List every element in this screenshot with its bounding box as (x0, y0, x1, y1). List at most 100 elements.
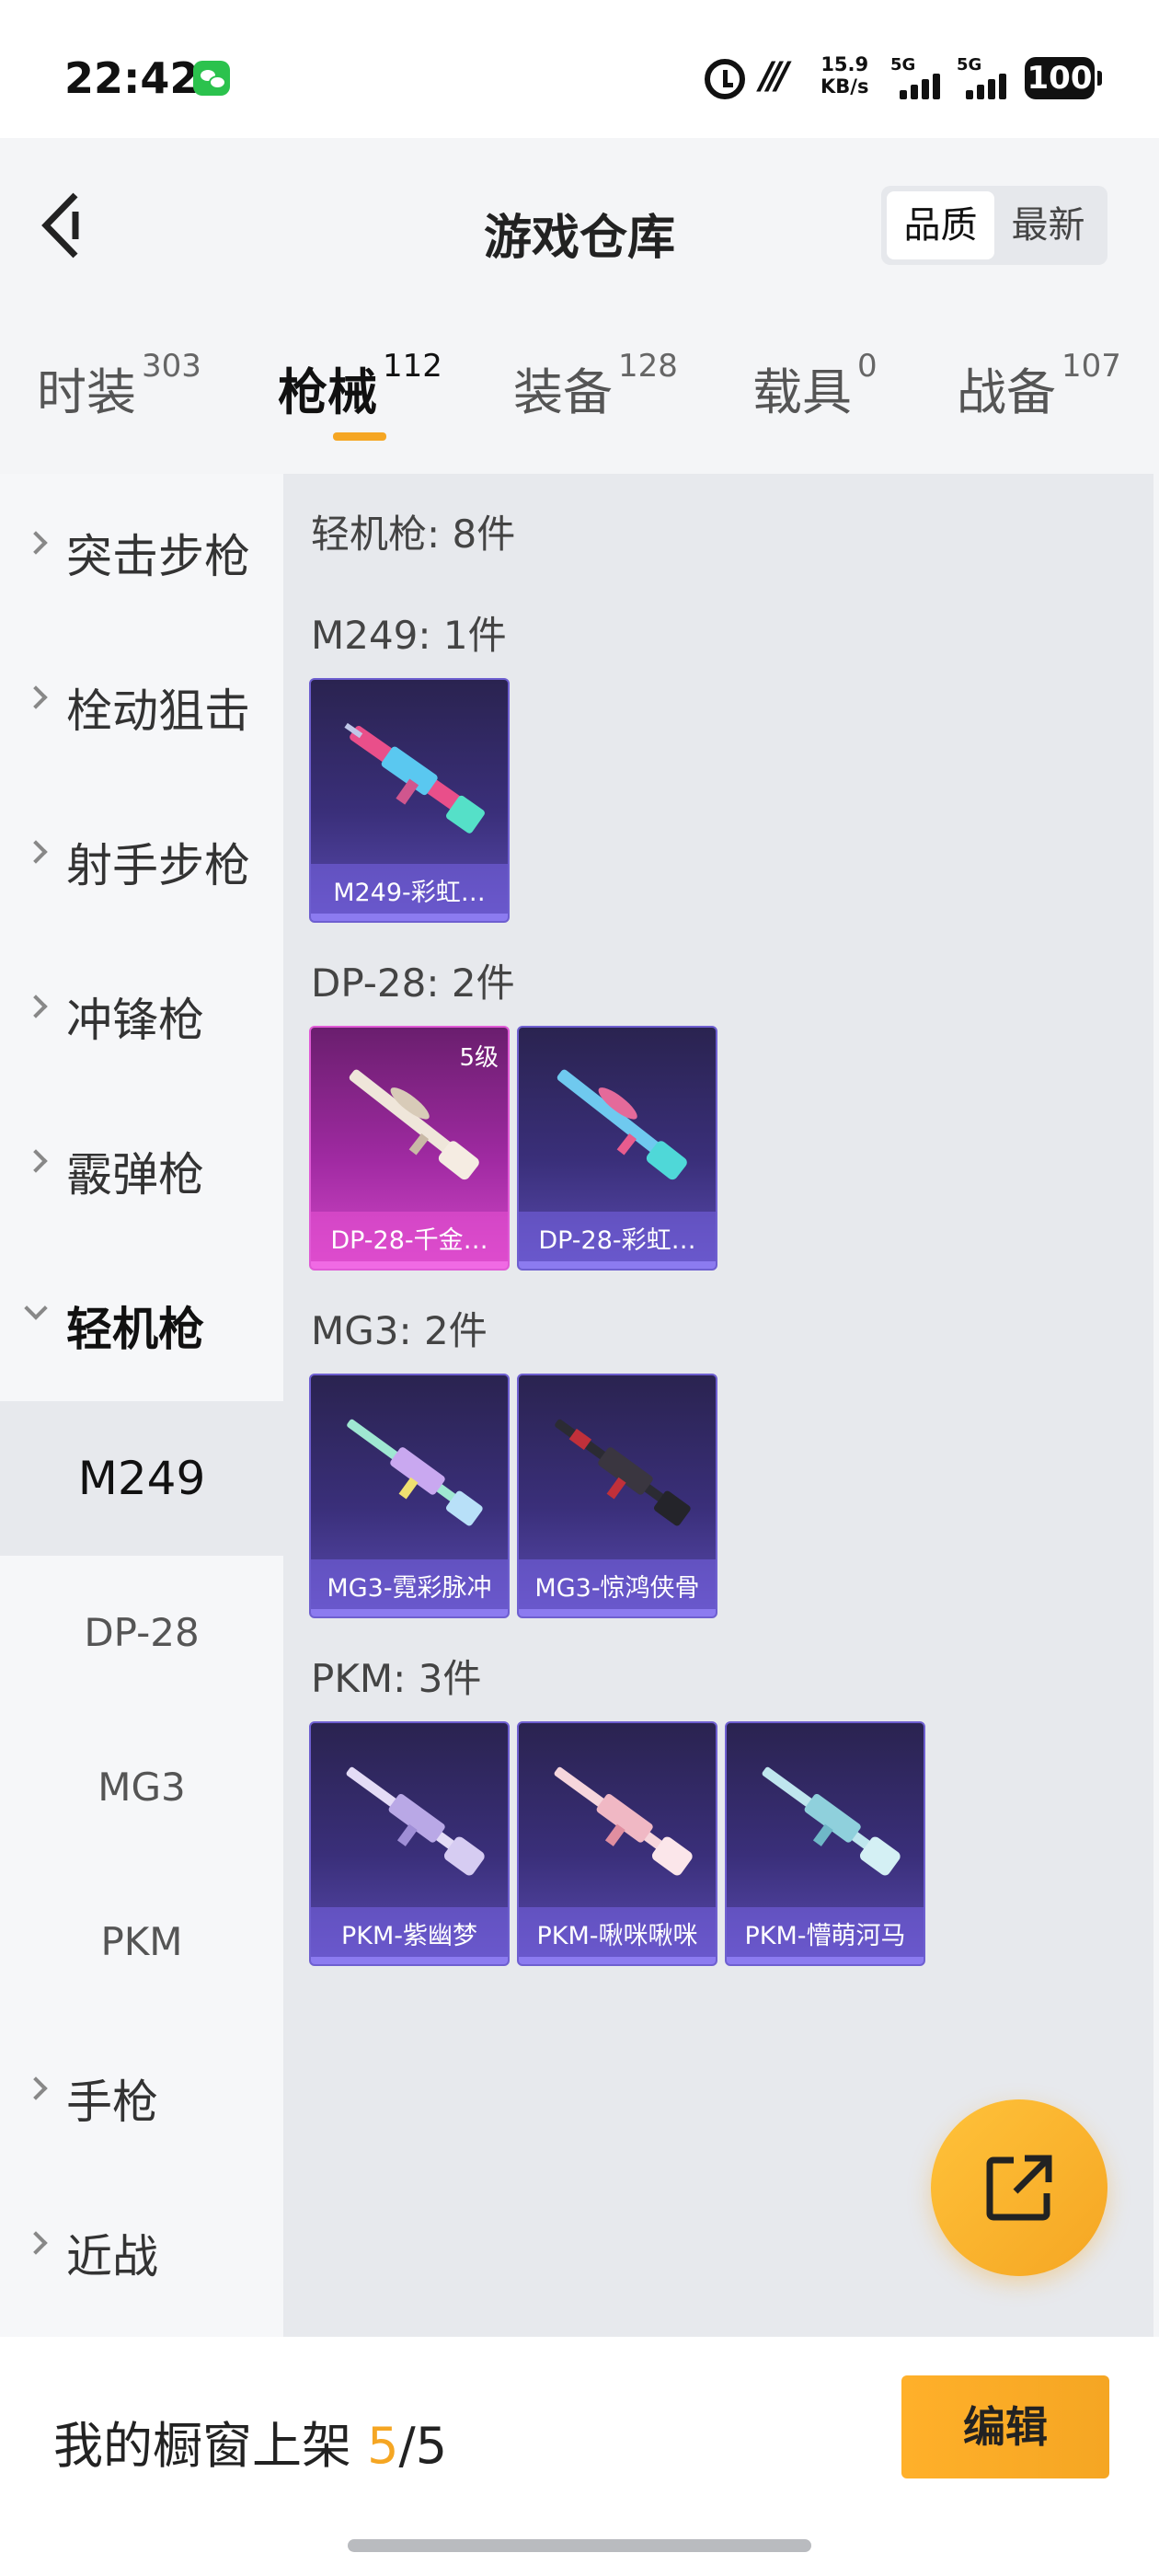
active-tab-indicator (333, 432, 386, 441)
sidebar-item-shotgun[interactable]: 霰弹枪 (0, 1092, 283, 1247)
tab-label: 枪械 (278, 363, 377, 421)
sidebar-item-label: 轻机枪 (66, 1303, 204, 1356)
gun-skin-image (349, 1069, 479, 1180)
item-name: MG3-霓彩脉冲 (327, 1574, 492, 1603)
tab-count: 128 (618, 348, 678, 385)
share-external-icon (986, 2155, 1052, 2221)
sidebar-item-label: 射手步枪 (66, 839, 250, 892)
network-speed-unit: KB/s (820, 75, 869, 98)
tab-count: 107 (1061, 348, 1121, 385)
bottom-bar: 我的橱窗上架 5/5 编辑 (0, 2337, 1159, 2576)
item-name: PKM-紫幽梦 (340, 1922, 478, 1950)
item-grid-area: 轻机枪: 8件 M249: 1件 M249-彩虹… DP-28: 2件 5级 D… (283, 474, 1159, 2337)
item-card[interactable]: 5级 DP-28-千金… (309, 1026, 510, 1271)
signal-icon: 5G (957, 55, 1021, 101)
nfc-icon: /// (760, 55, 789, 98)
chevron-right-icon (24, 995, 48, 1018)
item-card[interactable]: M249-彩虹… (309, 678, 510, 923)
sidebar-item-marksman-rifle[interactable]: 射手步枪 (0, 783, 283, 937)
item-name: PKM-啾咪啾咪 (536, 1922, 698, 1950)
chevron-right-icon (24, 1149, 48, 1173)
sidebar-item-label: 手枪 (66, 2076, 158, 2129)
sidebar-item-label: 近战 (66, 2230, 158, 2283)
item-card[interactable]: PKM-懵萌河马 (725, 1721, 925, 1966)
tab-label: 时装 (37, 363, 136, 421)
gun-skin-image (557, 1069, 687, 1180)
tab-count: 112 (383, 348, 442, 385)
sort-option-quality[interactable]: 品质 (887, 191, 994, 259)
tab-outfits[interactable]: 时装 303 (37, 348, 201, 424)
gun-skin-image (762, 1766, 901, 1876)
chevron-right-icon (24, 840, 48, 864)
gun-skin-image (344, 722, 485, 834)
item-level-badge: 5级 (459, 1044, 499, 1072)
sidebar-item-pistol[interactable]: 手枪 (0, 2019, 283, 2174)
gun-skin-image (555, 1419, 691, 1526)
sidebar-item-assault-rifle[interactable]: 突击步枪 (0, 474, 283, 628)
share-button[interactable] (931, 2099, 1107, 2276)
group-title: PKM: 3件 (311, 1656, 482, 1701)
sidebar-subitem-dp28[interactable]: DP-28 (0, 1556, 283, 1710)
tab-equipment[interactable]: 装备 128 (513, 348, 678, 424)
page-header: 游戏仓库 品质 最新 (0, 138, 1159, 313)
home-indicator[interactable] (348, 2539, 811, 2552)
item-card[interactable]: PKM-啾咪啾咪 (517, 1721, 717, 1966)
sidebar-item-label: 冲锋枪 (66, 994, 204, 1047)
tab-weapons[interactable]: 枪械 112 (278, 348, 442, 424)
sidebar-item-lmg[interactable]: 轻机枪 (0, 1247, 283, 1401)
network-type-label: 5G (890, 55, 916, 75)
sidebar-item-label: 突击步枪 (66, 530, 250, 583)
item-name: DP-28-彩虹… (538, 1226, 696, 1255)
item-name: MG3-惊鸿侠骨 (534, 1574, 700, 1603)
category-total: 轻机枪: 8件 (311, 512, 516, 557)
edit-button[interactable]: 编辑 (901, 2375, 1109, 2478)
tab-supplies[interactable]: 战备 107 (957, 348, 1121, 424)
sidebar-subitem-m249[interactable]: M249 (0, 1401, 283, 1556)
gun-skin-image (554, 1766, 693, 1876)
sort-option-newest[interactable]: 最新 (994, 191, 1102, 259)
group-title: DP-28: 2件 (311, 960, 515, 1006)
tab-count: 303 (142, 348, 201, 385)
signal-icon: 5G (890, 55, 955, 101)
network-speed-value: 15.9 (820, 53, 869, 75)
item-card[interactable]: DP-28-彩虹… (517, 1026, 717, 1271)
battery-icon: 100 (1025, 57, 1102, 99)
item-card[interactable]: MG3-惊鸿侠骨 (517, 1374, 717, 1618)
sidebar-subitem-mg3[interactable]: MG3 (0, 1710, 283, 1865)
wechat-icon (193, 61, 230, 96)
chevron-right-icon (24, 2231, 48, 2255)
item-name: M249-彩虹… (333, 879, 486, 907)
sidebar-subitem-pkm[interactable]: PKM (0, 1865, 283, 2019)
tab-count: 0 (857, 348, 878, 385)
item-name: DP-28-千金… (330, 1226, 488, 1255)
network-type-label: 5G (957, 55, 982, 75)
sort-toggle: 品质 最新 (881, 186, 1107, 265)
tab-vehicles[interactable]: 载具 0 (752, 348, 878, 424)
chevron-down-icon (24, 1296, 48, 1320)
status-time: 22:42 (64, 53, 200, 103)
sidebar-item-melee[interactable]: 近战 (0, 2174, 283, 2329)
sidebar-item-smg[interactable]: 冲锋枪 (0, 937, 283, 1092)
status-bar: 22:42 /// 15.9 KB/s 5G 5G 100 (0, 0, 1159, 138)
tab-label: 载具 (752, 363, 852, 421)
category-tabs: 时装 303 枪械 112 装备 128 载具 0 战备 107 (0, 313, 1159, 474)
tab-label: 装备 (513, 363, 613, 421)
chevron-right-icon (24, 2076, 48, 2100)
gun-skin-image (346, 1766, 485, 1876)
gun-skin-image (347, 1419, 483, 1526)
showcase-current-count: 5 (367, 2417, 399, 2475)
showcase-label: 我的橱窗上架 (53, 2417, 351, 2475)
sidebar-item-bolt-sniper[interactable]: 栓动狙击 (0, 628, 283, 783)
showcase-status: 我的橱窗上架 5/5 (53, 2405, 447, 2478)
chevron-right-icon (24, 685, 48, 709)
sidebar: 突击步枪 栓动狙击 射手步枪 冲锋枪 霰弹枪 轻机枪 M249 DP-28 MG… (0, 474, 283, 2337)
group-title: MG3: 2件 (311, 1308, 488, 1353)
sidebar-item-label: 霰弹枪 (66, 1148, 204, 1202)
item-name: PKM-懵萌河马 (744, 1922, 906, 1950)
item-card[interactable]: PKM-紫幽梦 (309, 1721, 510, 1966)
chevron-right-icon (24, 531, 48, 555)
network-speed: 15.9 KB/s (820, 53, 868, 98)
alarm-icon (705, 59, 745, 99)
tab-label: 战备 (957, 363, 1056, 421)
item-card[interactable]: MG3-霓彩脉冲 (309, 1374, 510, 1618)
